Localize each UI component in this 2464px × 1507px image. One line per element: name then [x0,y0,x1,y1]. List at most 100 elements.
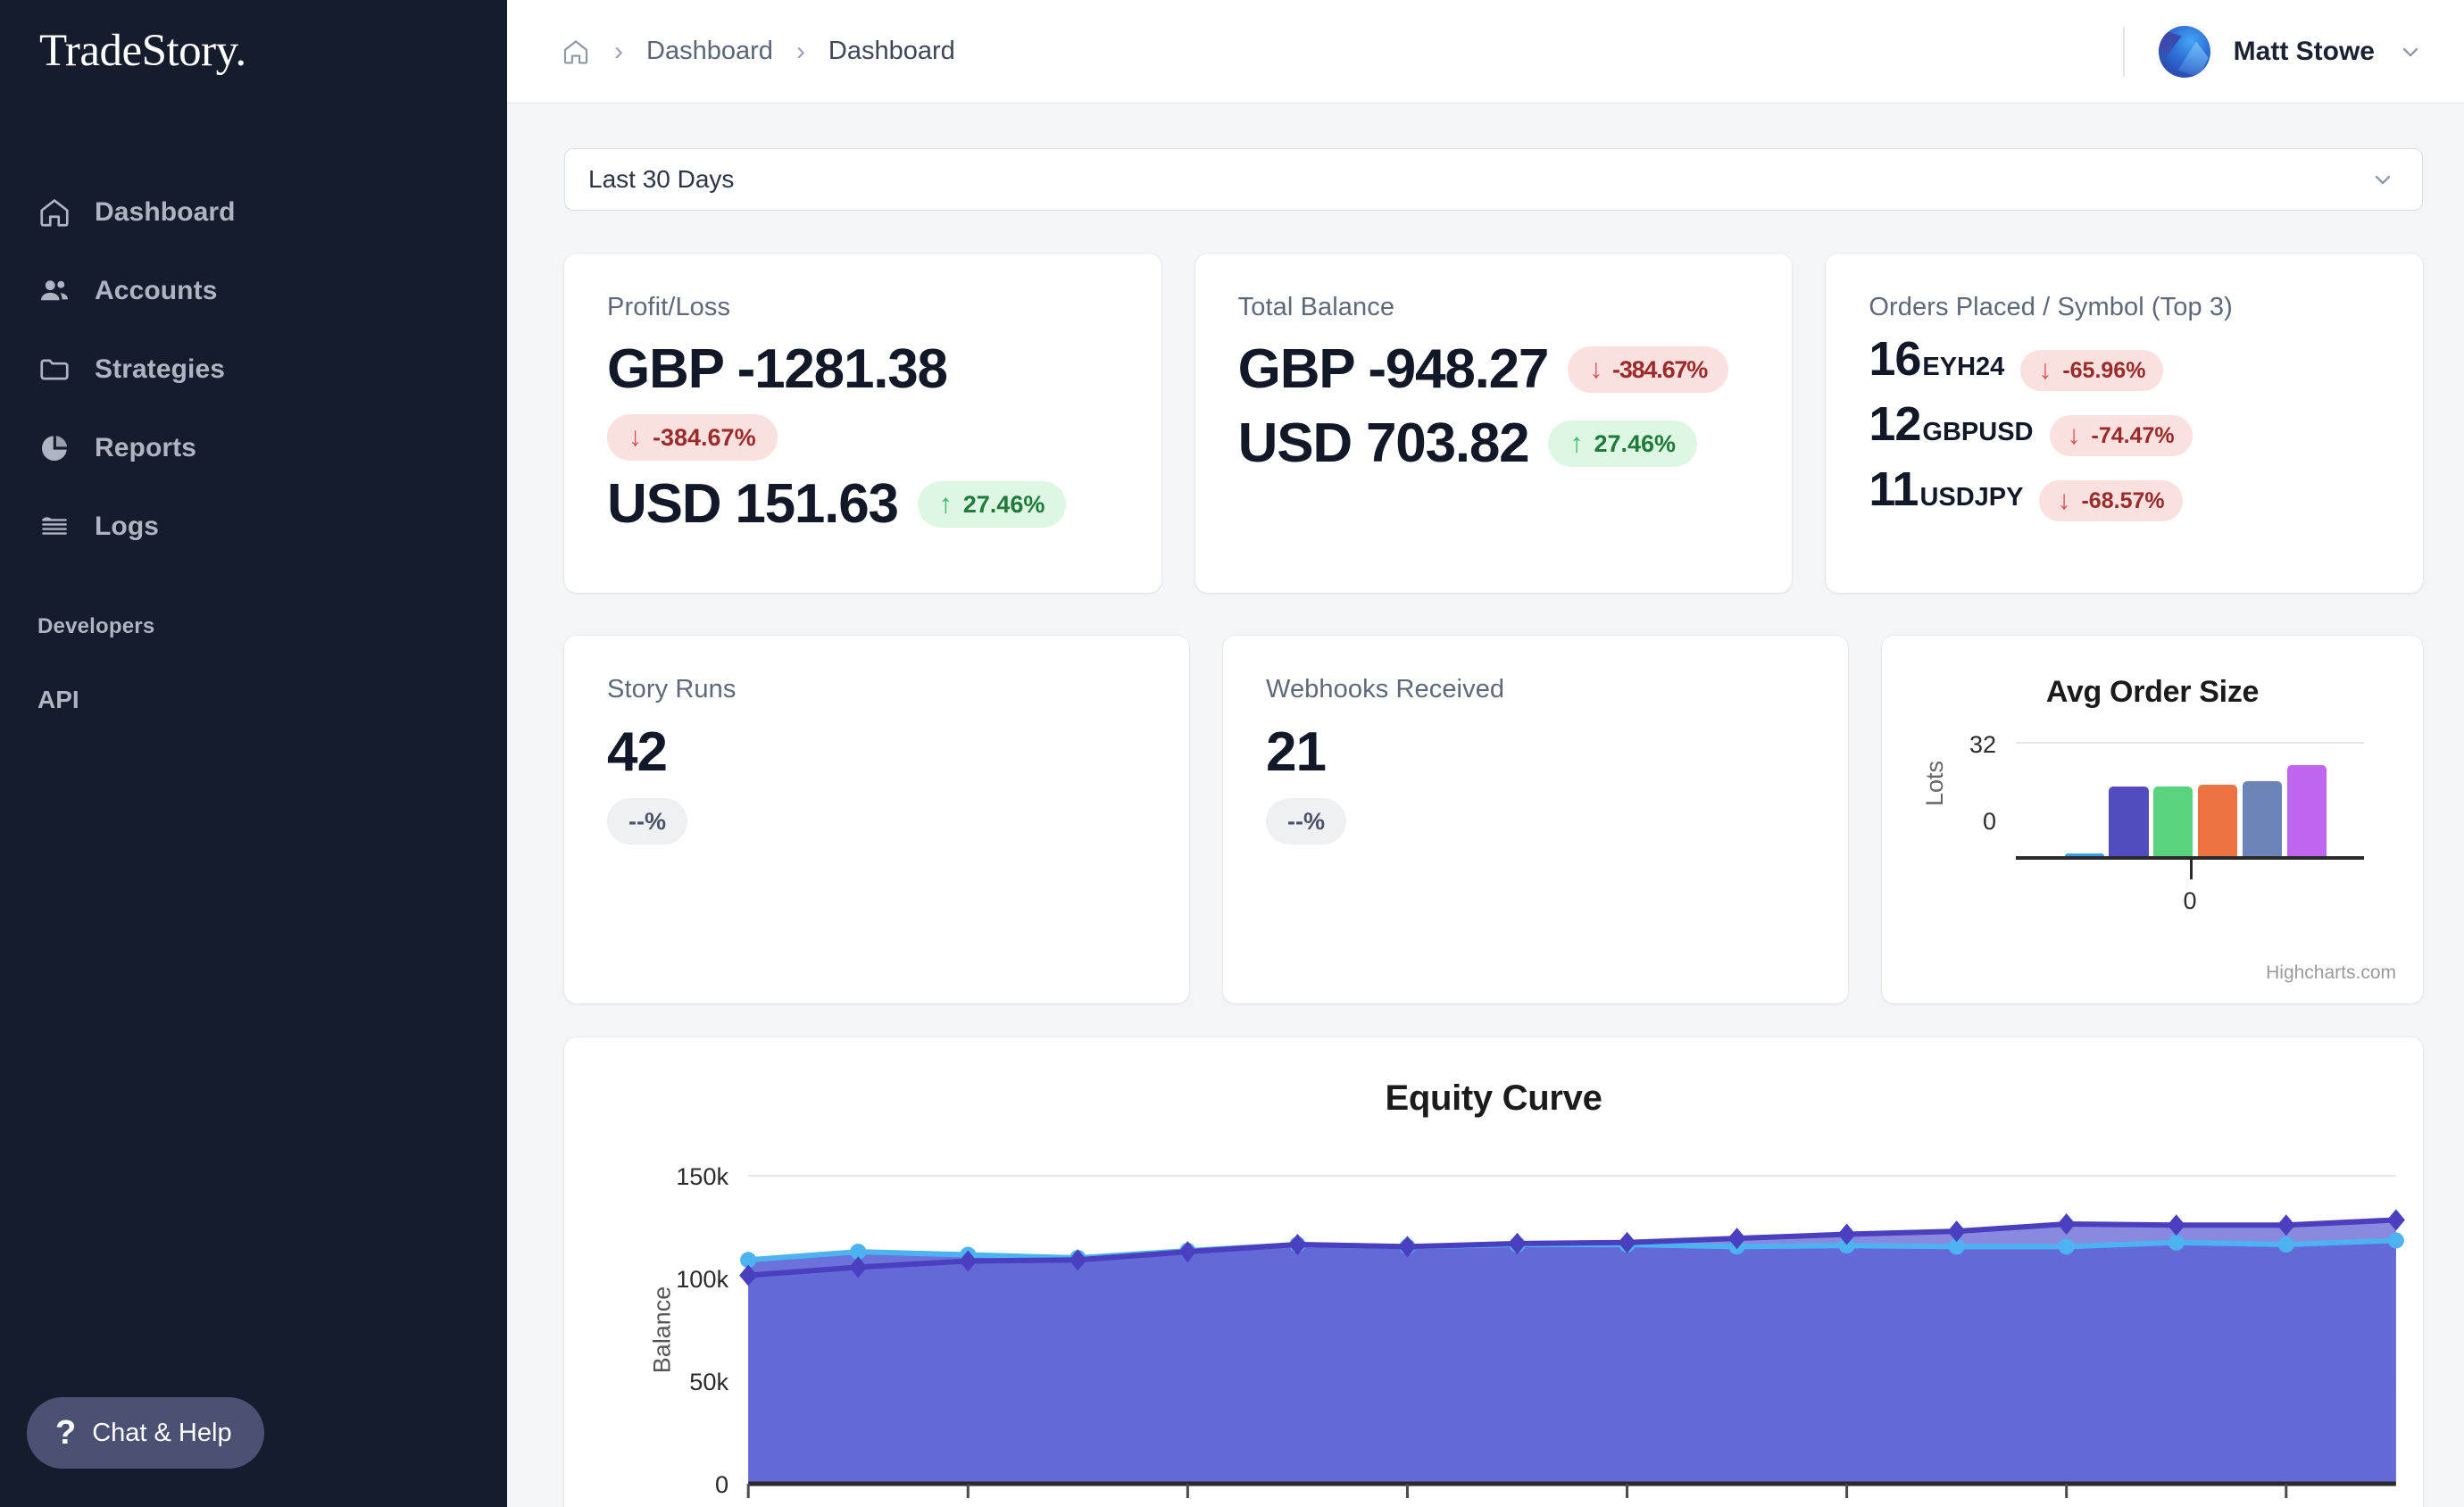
order-symbol: USDJPY [1919,483,2024,512]
card-title: Total Balance [1237,293,1395,321]
chart-bar [2198,785,2238,856]
chart-y-tick: 50k [689,1368,728,1395]
profit-loss-primary-value: GBP -1281.38 [607,338,948,400]
chart-bar [2153,787,2193,856]
avatar [2158,25,2210,78]
sidebar-nav: Dashboard Accounts Strategies Reports Lo… [0,173,507,566]
brand-logo[interactable]: TradeStory. [0,0,507,77]
question-mark-icon: ? [55,1414,77,1452]
arrow-up-icon: ↑ [938,489,953,520]
order-count: 12 [1869,397,1921,451]
status-badge: ↓ -65.96% [2020,350,2164,391]
order-count: 16 [1869,332,1921,386]
kpi-row-2: Story Runs 42 --% Webhooks Received 21 -… [564,636,2423,1003]
chevron-down-icon [2370,167,2395,192]
topbar: › Dashboard › Dashboard Matt Stowe [507,0,2464,104]
chat-help-button[interactable]: ? Chat & Help [27,1397,264,1469]
date-range-select[interactable]: Last 30 Days [564,148,2423,211]
arrow-down-icon: ↓ [2067,420,2081,450]
chart-bar [2109,787,2149,856]
sidebar-item-label: Logs [95,512,160,541]
chart-bar [2243,781,2283,856]
profit-loss-primary-badge-row: ↓ -384.67% [607,414,1120,462]
badge-label: -384.67% [653,423,756,451]
pie-chart-icon [37,431,71,465]
chart-x-tick: 0 [2183,887,2197,914]
total-balance-secondary-row: USD 703.82 ↑ 27.46% [1238,412,1752,474]
webhooks-received-badge-row: --% [1266,798,1807,845]
sidebar-item-label: Reports [95,433,197,462]
chart-area-series-a [748,1240,2396,1484]
card-profit-loss: Profit/Loss GBP -1281.38 ↓ -384.67% USD … [564,254,1161,593]
app-root: TradeStory. Dashboard Accounts Strategie… [0,0,2464,1507]
sidebar-item-label: Dashboard [95,197,236,227]
sidebar-item-label: Accounts [95,276,218,305]
badge-label: -74.47% [2091,422,2175,448]
breadcrumb-item-dashboard[interactable]: Dashboard [646,37,773,66]
card-title: Profit/Loss [607,293,731,321]
status-badge: ↓ -74.47% [2049,415,2193,456]
table-row: 12 GBPUSD ↓ -74.47% [1869,396,2382,456]
sidebar-item-reports[interactable]: Reports [0,409,507,487]
status-badge: ↑ 27.46% [1548,420,1698,468]
kpi-row-1: Profit/Loss GBP -1281.38 ↓ -384.67% USD … [564,254,2424,593]
order-symbol: EYH24 [1922,353,2005,381]
avg-order-size-chart: Lots 32 0 0 [1882,710,2423,960]
profit-loss-secondary-value: USD 151.63 [607,473,899,536]
breadcrumb-item-current[interactable]: Dashboard [828,37,955,66]
arrow-down-icon: ↓ [628,422,642,453]
chart-point [2058,1238,2075,1255]
chart-plot-area: 0 [2016,742,2364,914]
arrow-down-icon: ↓ [2057,486,2071,515]
sidebar-item-strategies[interactable]: Strategies [0,330,507,409]
chart-y-tick: 100k [676,1265,728,1293]
status-badge: --% [607,798,687,845]
home-icon [37,196,71,229]
chart-y-axis-label: Balance [648,1286,676,1374]
chart-y-tick: 150k [676,1162,728,1190]
card-story-runs: Story Runs 42 --% [564,636,1189,1003]
arrow-down-icon: ↓ [1589,354,1602,384]
folder-icon [37,353,71,387]
user-name: Matt Stowe [2233,36,2375,66]
badge-label: -68.57% [2081,487,2165,513]
lines-icon [37,510,71,544]
status-badge: ↓ -384.67% [1568,346,1729,393]
chart-bar [2286,765,2327,856]
chart-y-tick: 0 [715,1470,728,1498]
chart-title: Avg Order Size [2045,675,2260,709]
sidebar-section-developers: Developers [37,614,155,638]
card-orders-by-symbol: Orders Placed / Symbol (Top 3) 16 EYH24 … [1826,254,2424,593]
breadcrumb: › Dashboard › Dashboard [561,37,955,67]
chart-y-tick: 0 [1982,808,1996,835]
arrow-down-icon: ↓ [2038,355,2052,385]
date-range-value: Last 30 Days [588,165,735,193]
dashboard-content: Last 30 Days Profit/Loss GBP -1281.38 ↓ … [507,104,2464,1507]
chart-point [2387,1232,2404,1249]
home-icon[interactable] [561,37,591,67]
vertical-divider [2122,26,2125,77]
chevron-down-icon[interactable] [2398,39,2423,64]
badge-label: 27.46% [962,490,1045,518]
sidebar-item-dashboard[interactable]: Dashboard [0,173,507,252]
chart-x-tick-mark [2190,860,2193,879]
webhooks-received-value: 21 [1266,721,1327,783]
sidebar-item-accounts[interactable]: Accounts [0,252,507,330]
card-webhooks-received: Webhooks Received 21 --% [1223,636,1848,1003]
chart-point [2168,1234,2185,1251]
card-total-balance: Total Balance GBP -948.27 ↓ -384.67% USD… [1195,254,1793,593]
people-icon [37,274,71,308]
sidebar-item-api[interactable]: API [0,686,507,714]
main-area: › Dashboard › Dashboard Matt Stowe Last … [507,0,2464,1507]
status-badge: --% [1266,798,1346,845]
user-menu[interactable]: Matt Stowe [2122,25,2423,78]
status-badge: ↓ -68.57% [2039,480,2183,521]
sidebar-item-label: Strategies [95,354,226,384]
breadcrumb-separator: › [795,36,805,66]
sidebar: TradeStory. Dashboard Accounts Strategie… [0,0,507,1507]
sidebar-item-logs[interactable]: Logs [0,487,507,566]
arrow-up-icon: ↑ [1569,429,1584,459]
table-row: 11 USDJPY ↓ -68.57% [1869,462,2382,521]
story-runs-badge-row: --% [607,798,1148,845]
total-balance-secondary-value: USD 703.82 [1237,412,1530,475]
